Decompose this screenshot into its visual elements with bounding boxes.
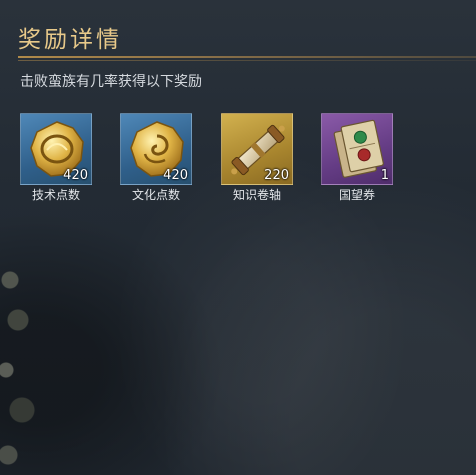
reward-slot[interactable]: 420 — [120, 113, 192, 185]
reward-item-knowledge-scroll[interactable]: 220 知识卷轴 — [221, 113, 293, 203]
dialog-title: 奖励详情 — [18, 27, 122, 53]
reward-item-culture-points[interactable]: 420 文化点数 — [120, 113, 192, 203]
reward-label: 技术点数 — [31, 188, 80, 202]
reward-slot[interactable]: 420 — [20, 113, 92, 185]
reward-count: 1 — [380, 168, 389, 183]
rock-decoration — [0, 260, 36, 475]
reward-item-tech-points[interactable]: 420 技术点数 — [20, 113, 92, 203]
reward-label: 知识卷轴 — [232, 188, 281, 202]
dialog-subtitle: 击败蛮族有几率获得以下奖励 — [20, 74, 202, 90]
reward-item-national-ticket[interactable]: 1 国望券 — [321, 113, 393, 203]
reward-label: 文化点数 — [131, 188, 180, 202]
reward-count: 420 — [63, 168, 88, 183]
reward-slot[interactable]: 1 — [321, 113, 393, 185]
reward-label: 国望券 — [338, 188, 375, 202]
title-divider — [18, 56, 476, 61]
reward-count: 220 — [264, 168, 289, 183]
dialog-header: 奖励详情 — [18, 18, 476, 61]
reward-slot[interactable]: 220 — [221, 113, 293, 185]
reward-count: 420 — [163, 168, 188, 183]
